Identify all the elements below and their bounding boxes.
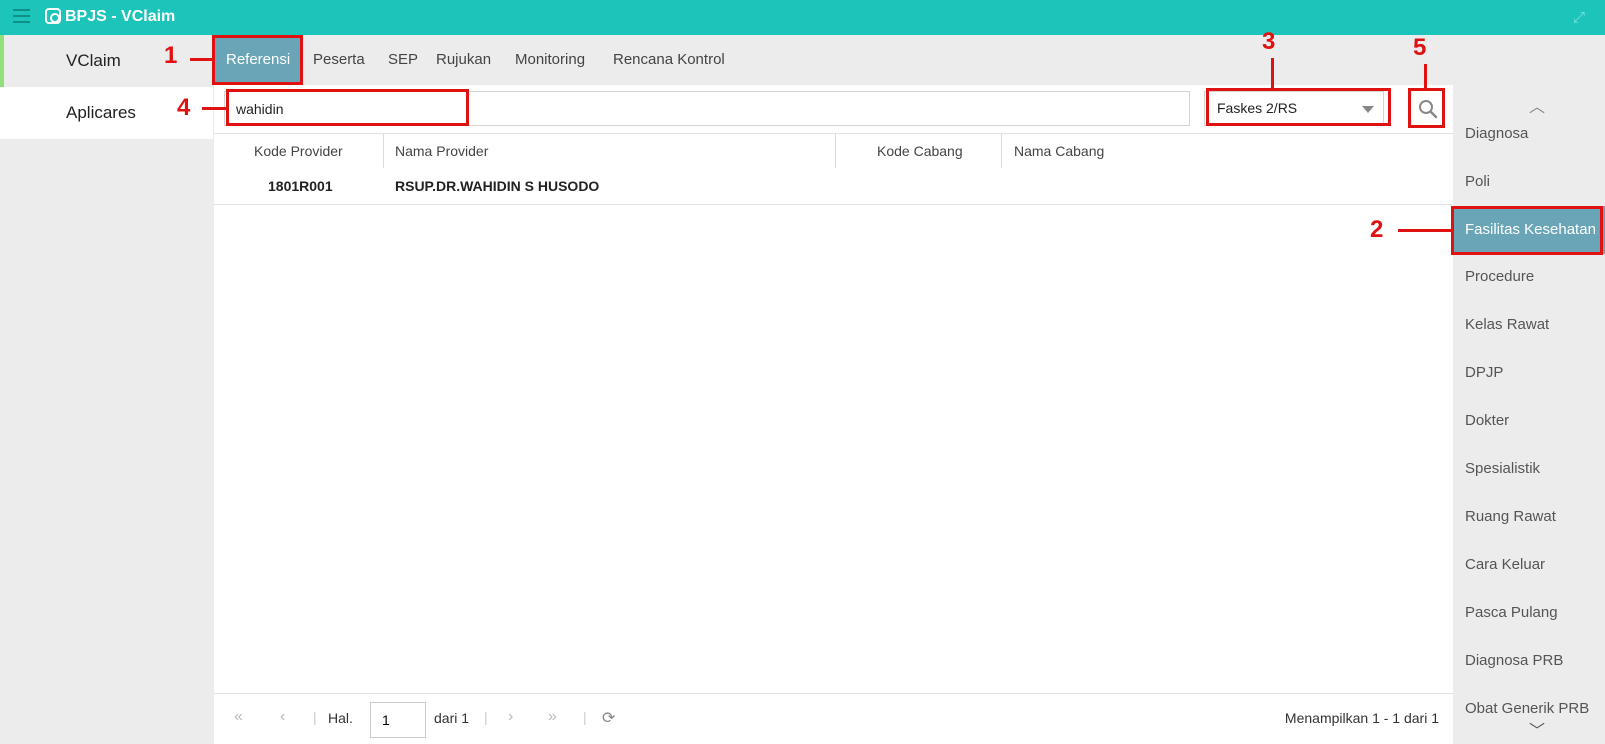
sidebar-item-vclaim[interactable]: VClaim — [0, 35, 213, 87]
callout-box-3 — [1206, 88, 1391, 126]
page-label: Hal. — [328, 710, 353, 726]
rightmenu-item-dokter[interactable]: Dokter — [1453, 397, 1605, 445]
callout-line-1 — [190, 58, 212, 61]
cell-kode-provider: 1801R001 — [268, 178, 333, 194]
app-logo-icon — [45, 8, 61, 24]
callout-line-5 — [1424, 64, 1427, 88]
callout-number-2: 2 — [1370, 216, 1384, 243]
rightmenu-item-cara-keluar[interactable]: Cara Keluar — [1453, 541, 1605, 589]
rightmenu-item-kelas-rawat[interactable]: Kelas Rawat — [1453, 301, 1605, 349]
prev-page-icon[interactable]: ‹ — [280, 708, 285, 726]
chevron-down-icon[interactable]: ﹀ — [1529, 717, 1545, 741]
title-bar: BPJS - VClaim ⤢ — [0, 0, 1605, 35]
rightmenu-item-spesialistik[interactable]: Spesialistik — [1453, 445, 1605, 493]
next-page-icon[interactable]: › — [508, 708, 513, 726]
callout-line-4 — [202, 107, 226, 110]
cell-nama-provider: RSUP.DR.WAHIDIN S HUSODO — [395, 178, 600, 194]
sidebar: VClaim Aplicares — [0, 35, 213, 744]
column-header-nama-cabang[interactable]: Nama Cabang — [1014, 134, 1104, 168]
last-page-icon[interactable]: » — [548, 708, 557, 726]
pager-divider: | — [484, 709, 488, 725]
refresh-icon[interactable]: ⟳ — [602, 708, 615, 728]
tab-monitoring[interactable]: Monitoring — [515, 35, 585, 85]
tab-rencana-kontrol[interactable]: Rencana Kontrol — [613, 35, 725, 85]
callout-number-4: 4 — [177, 94, 191, 121]
column-header-nama-provider[interactable]: Nama Provider — [395, 134, 488, 168]
page-number-input[interactable] — [370, 702, 426, 738]
table-row[interactable]: 1801R001 RSUP.DR.WAHIDIN S HUSODO — [214, 169, 1453, 205]
rightmenu-item-procedure[interactable]: Procedure — [1453, 253, 1605, 301]
rightmenu-item-ruang-rawat[interactable]: Ruang Rawat — [1453, 493, 1605, 541]
main-panel: Faskes 2/RS Kode Provider Nama Provider … — [214, 85, 1453, 744]
fullscreen-icon[interactable]: ⤢ — [1573, 10, 1589, 26]
rightmenu-item-pasca-pulang[interactable]: Pasca Pulang — [1453, 589, 1605, 637]
pager: « ‹ | Hal. dari 1 | › » | ⟳ Menampilkan … — [214, 693, 1453, 744]
rightmenu-item-diagnosa[interactable]: Diagnosa — [1453, 110, 1605, 158]
tab-sep[interactable]: SEP — [388, 35, 418, 85]
column-divider — [1001, 134, 1002, 168]
column-divider — [383, 134, 384, 168]
pager-divider: | — [583, 709, 587, 725]
right-menu: ︿ Diagnosa Poli Fasilitas Kesehatan Proc… — [1453, 85, 1605, 744]
column-divider — [835, 134, 836, 168]
hamburger-menu-icon[interactable] — [13, 9, 30, 26]
grid-header: Kode Provider Nama Provider Kode Cabang … — [214, 133, 1453, 169]
callout-line-2 — [1398, 229, 1451, 232]
callout-number-5: 5 — [1413, 34, 1427, 61]
callout-box-1 — [212, 35, 303, 85]
rightmenu-item-diagnosa-prb[interactable]: Diagnosa PRB — [1453, 637, 1605, 685]
tab-peserta[interactable]: Peserta — [313, 35, 365, 85]
callout-box-4 — [226, 89, 469, 126]
tab-rujukan[interactable]: Rujukan — [436, 35, 491, 85]
pager-info: Menampilkan 1 - 1 dari 1 — [1284, 710, 1439, 726]
column-header-kode-cabang[interactable]: Kode Cabang — [877, 134, 963, 168]
callout-box-5 — [1408, 88, 1445, 128]
callout-box-2 — [1451, 206, 1603, 255]
callout-line-3 — [1271, 58, 1274, 88]
app-title: BPJS - VClaim — [65, 8, 176, 25]
callout-number-1: 1 — [164, 42, 178, 69]
callout-number-3: 3 — [1262, 28, 1276, 55]
column-header-kode-provider[interactable]: Kode Provider — [254, 134, 343, 168]
page-total-label: dari 1 — [434, 710, 470, 726]
rightmenu-item-dpjp[interactable]: DPJP — [1453, 349, 1605, 397]
rightmenu-item-poli[interactable]: Poli — [1453, 158, 1605, 206]
first-page-icon[interactable]: « — [234, 708, 243, 726]
pager-divider: | — [313, 709, 317, 725]
